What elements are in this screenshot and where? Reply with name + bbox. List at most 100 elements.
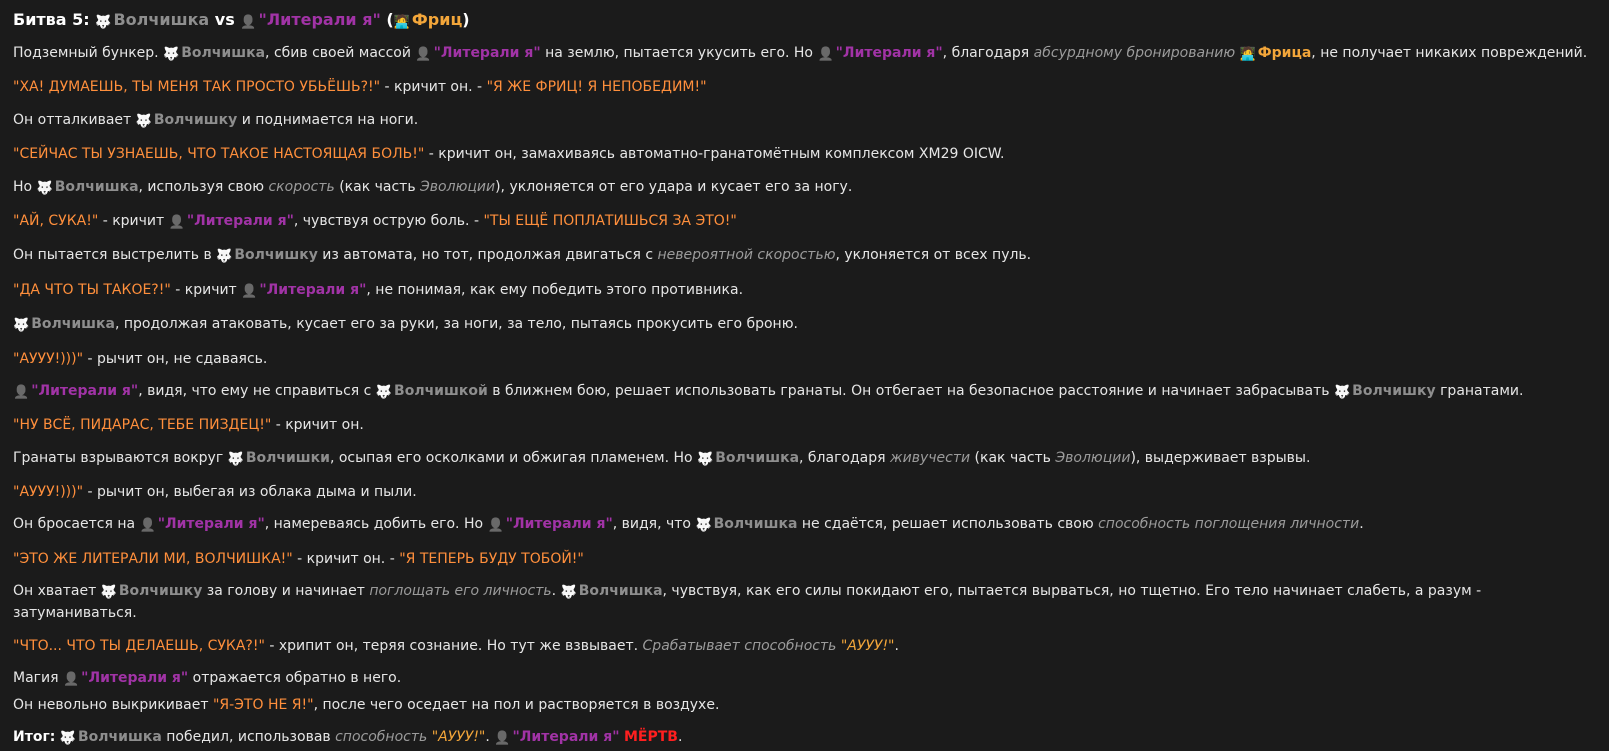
narration-text: в ближнем бою, решает использовать грана… [487, 382, 1334, 399]
speech-text: "ТЫ ЕЩЁ ПОПЛАТИШЬСЯ ЗА ЭТО!" [483, 212, 737, 229]
ability-name: "АУУУ!" [840, 637, 895, 654]
log-line: "СЕЙЧАС ТЫ УЗНАЕШЬ, ЧТО ТАКОЕ НАСТОЯЩАЯ … [13, 144, 1597, 164]
bold-text: vs [209, 10, 241, 29]
speech-text: "ДА ЧТО ТЫ ТАКОЕ?!" [13, 281, 171, 298]
italic-note: поглощать его личность [369, 583, 552, 600]
narration-text: , благодаря [799, 449, 891, 466]
bust-silhouette-icon: 👤 [168, 214, 185, 230]
speech-text: "НУ ВСЁ, ПИДАРАС, ТЕБЕ ПИЗДЕЦ!" [13, 417, 272, 434]
speech-text: "АУУУ!)))" [13, 484, 84, 501]
narration-text: (как часть [334, 178, 421, 195]
literali-name: "Литерали я" [31, 382, 139, 399]
dead-label: МЁРТВ [623, 729, 678, 746]
narration-text: ), уклоняется от его удара и кусает его … [495, 178, 853, 195]
bust-silhouette-icon: 👤 [13, 384, 30, 400]
narration-text: , не понимая, как ему победить этого про… [366, 281, 744, 298]
log-line: Магия 👤 "Литерали я" отражается обратно в… [13, 668, 1597, 690]
narration-text: . [551, 583, 561, 600]
fritz-name: Фриц [411, 10, 463, 29]
narration-text: . [677, 729, 683, 746]
bust-silhouette-icon: 👤 [494, 731, 511, 747]
bust-silhouette-icon: 👤 [139, 518, 156, 534]
narration-text: , уклоняется от всех пуль. [835, 247, 1032, 264]
narration-text: - кричит [170, 281, 242, 298]
wolf-name: Волчишка [113, 10, 210, 29]
wolf-name: Волчишку [118, 583, 203, 600]
speech-text: "АУУУ!)))" [13, 350, 84, 367]
narration-text: Он невольно выкрикивает [13, 697, 213, 714]
speech-text: "Я ЖЕ ФРИЦ! Я НЕПОБЕДИМ!" [486, 79, 707, 96]
wolf-name: Волчишка [54, 178, 139, 195]
italic-note: способность поглощения личности [1098, 516, 1360, 533]
literali-name: "Литерали я" [433, 45, 541, 61]
literali-name: "Литерали я" [258, 10, 381, 29]
narration-text: , видя, что [612, 516, 696, 533]
narration-text: - кричит он. [271, 417, 364, 434]
wolf-face-icon: 🐺 [36, 180, 53, 196]
wolf-name: Волчишку [153, 111, 238, 128]
narration-text: , продолжая атаковать, кусает его за рук… [114, 316, 798, 333]
log-line: "АЙ, СУКА!" - кричит 👤 "Литерали я", чувс… [13, 211, 1597, 233]
wolf-face-icon: 🐺 [227, 451, 244, 467]
narration-text: , сбив своей массой [265, 45, 416, 61]
log-line: Он бросается на 👤 "Литерали я", намеревая… [13, 514, 1597, 536]
narration-text: - рычит он, выбегая из облака дыма и пыл… [83, 484, 417, 501]
log-line: "ХА! ДУМАЕШЬ, ТЫ МЕНЯ ТАК ПРОСТО УБЬЁШЬ?… [13, 77, 1597, 97]
narration-text: из автомата, но тот, продолжая двигаться… [317, 247, 658, 264]
narration-text: , благодаря [942, 45, 1034, 61]
bold-text: Итог: [13, 729, 56, 746]
bust-silhouette-icon: 👤 [240, 15, 257, 30]
wolf-name: Волчишкой [394, 382, 488, 399]
bust-silhouette-icon: 👤 [241, 283, 258, 299]
log-line: Но 🐺 Волчишка, используя свою скорость (к… [13, 177, 1597, 199]
wolf-name: Волчишка [578, 583, 663, 600]
wolf-name: Волчишку [234, 247, 318, 264]
italic-note: способность [335, 729, 432, 746]
log-line: "ДА ЧТО ТЫ ТАКОЕ?!" - кричит 👤 "Литерали … [13, 280, 1597, 302]
technologist-icon: 🧑‍💻 [393, 15, 410, 30]
bold-text: ( [380, 10, 394, 29]
narration-text: победил, использовав [161, 729, 336, 746]
wolf-face-icon: 🐺 [95, 15, 112, 30]
literali-name: "Литерали я" [835, 45, 943, 61]
literali-name: "Литерали я" [259, 281, 367, 298]
literali-name: "Литерали я" [505, 516, 613, 533]
narration-text: , после чего оседает на пол и растворяет… [313, 697, 720, 714]
narration-text: за голову и начинает [202, 583, 370, 600]
wolf-face-icon: 🐺 [695, 518, 712, 534]
wolf-face-icon: 🐺 [13, 318, 30, 334]
narration-text: - кричит он, замахиваясь автоматно-грана… [424, 146, 1005, 163]
narration-text: , осыпая его осколками и обжигая пламене… [329, 449, 698, 466]
narration-text: не сдаётся, решает использовать свою [797, 516, 1099, 533]
narration-text: . [1359, 516, 1364, 533]
wolf-face-icon: 🐺 [59, 731, 77, 747]
wolf-face-icon: 🐺 [216, 249, 233, 265]
log-line: 👤 "Литерали я", видя, что ему не справить… [13, 381, 1597, 403]
wolf-face-icon: 🐺 [560, 585, 577, 601]
wolf-name: Волчишка [31, 316, 115, 333]
narration-text: - кричит он. - [292, 550, 400, 567]
wolf-name: Волчишки [245, 449, 330, 466]
narration-text: и поднимается на ноги. [237, 111, 419, 128]
italic-note: абсурдному бронированию [1033, 45, 1236, 61]
battle-log: Битва 5: 🐺 Волчишка vs 👤 "Литерали я" (🧑‍💻… [0, 0, 1609, 749]
narration-text: ), выдерживает взрывы. [1130, 449, 1311, 466]
log-line: 🐺 Волчишка, продолжая атаковать, кусает е… [13, 314, 1597, 336]
log-line: "ЭТО ЖЕ ЛИТЕРАЛИ МИ, ВОЛЧИШКА!" - кричит… [13, 549, 1597, 569]
narration-text: - кричит он. - [380, 79, 487, 96]
wolf-name: Волчишка [715, 449, 800, 466]
narration-text: . [894, 637, 899, 654]
bust-silhouette-icon: 👤 [62, 672, 80, 688]
speech-text: "Я ТЕПЕРЬ БУДУ ТОБОЙ!" [399, 550, 584, 567]
narration-text: Гранаты взрываются вокруг [13, 449, 228, 466]
literali-name: "Литерали я" [81, 670, 189, 687]
narration-text: , не получает никаких повреждений. [1311, 45, 1588, 61]
bust-silhouette-icon: 👤 [817, 47, 834, 62]
wolf-name: Волчишку [1352, 382, 1436, 399]
italic-note: живучести [890, 449, 971, 466]
wolf-name: Волчишка [78, 729, 162, 746]
narration-text: Подземный бункер. [13, 45, 164, 61]
narration-text: Он бросается на [13, 516, 140, 533]
narration-text: Магия [13, 670, 63, 687]
ability-name: "АУУУ!" [431, 729, 486, 746]
